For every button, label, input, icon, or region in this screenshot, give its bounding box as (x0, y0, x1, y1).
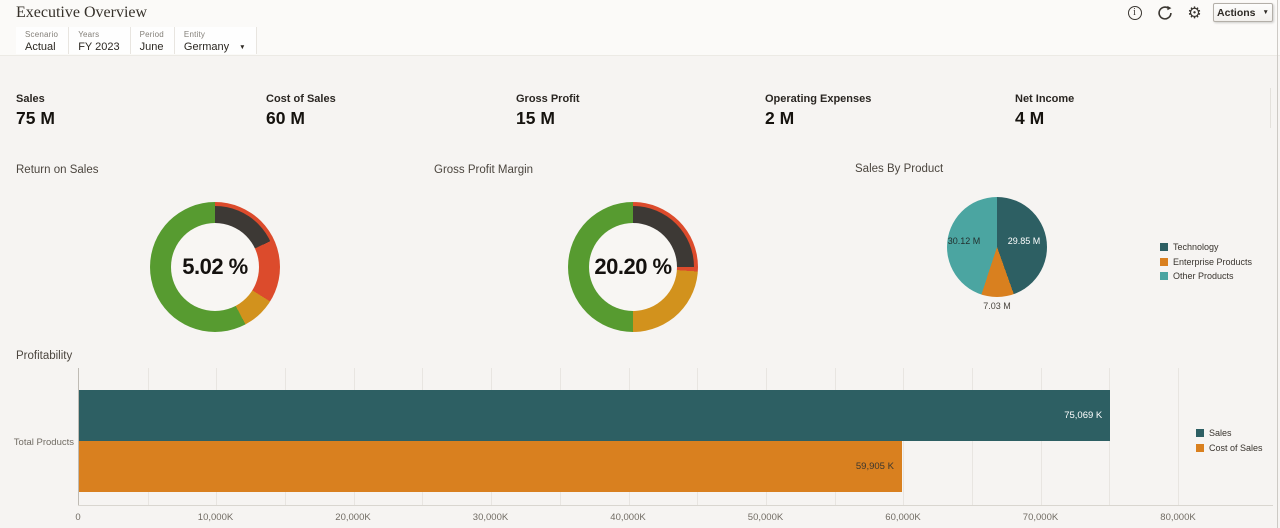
pie-chart[interactable] (947, 197, 1047, 297)
refresh-icon[interactable] (1156, 4, 1173, 21)
pie-label-technology: 29.85 M (1007, 236, 1041, 246)
bar-legend: Sales Cost of Sales (1196, 428, 1263, 457)
kpi-operating-expenses[interactable]: Operating Expenses 2 M (765, 93, 1005, 129)
kpi-net-income[interactable]: Net Income 4 M (1015, 93, 1255, 129)
x-axis-tick-label: 10,000K (197, 512, 234, 523)
header-bar: Executive Overview i ⚙ Actions ▼ Scenari… (0, 0, 1280, 56)
legend-swatch (1160, 272, 1168, 280)
x-axis-tick-label: 80,000K (1160, 512, 1196, 523)
pov-item-entity[interactable]: Entity Germany ▼ (175, 27, 257, 54)
pov-bar: Scenario Actual Years FY 2023 Period Jun… (16, 27, 257, 54)
x-axis-tick-label: 60,000K (885, 512, 921, 523)
pov-item-years[interactable]: Years FY 2023 (69, 27, 131, 54)
kpi-gross-profit[interactable]: Gross Profit 15 M (516, 93, 756, 129)
pov-item-period[interactable]: Period June (131, 27, 175, 54)
legend-item-cost-of-sales[interactable]: Cost of Sales (1196, 443, 1263, 453)
pie-label-other-products: 30.12 M (947, 236, 981, 246)
chevron-down-icon: ▼ (1262, 9, 1269, 16)
gross-profit-margin-title: Gross Profit Margin (434, 164, 534, 176)
legend-item-other-products[interactable]: Other Products (1160, 271, 1252, 281)
profitability-title: Profitability (16, 350, 73, 362)
x-axis-tick-label: 40,000K (610, 512, 646, 523)
bar-value-label: 59,905 K (855, 461, 894, 472)
x-axis-line (78, 505, 1273, 506)
x-axis-tick-label: 70,000K (1022, 512, 1059, 523)
settings-gear-icon[interactable]: ⚙ (1186, 4, 1203, 21)
x-axis-tick-label: 50,000K (747, 512, 784, 523)
return-on-sales-title: Return on Sales (16, 164, 99, 176)
executive-overview-dashboard: Executive Overview i ⚙ Actions ▼ Scenari… (0, 0, 1280, 528)
page-title: Executive Overview (16, 4, 148, 21)
actions-button[interactable]: Actions ▼ (1213, 3, 1273, 22)
legend-swatch (1196, 443, 1204, 452)
legend-item-technology[interactable]: Technology (1160, 242, 1252, 252)
info-icon[interactable]: i (1126, 4, 1143, 21)
x-axis-tick-label: 30,000K (472, 512, 509, 523)
kpi-row: Sales 75 M Cost of Sales 60 M Gross Prof… (16, 93, 1271, 129)
sales-by-product-title: Sales By Product (855, 163, 944, 175)
gauge-value: 5.02 % (182, 254, 248, 279)
pov-item-scenario[interactable]: Scenario Actual (16, 27, 70, 54)
kpi-row-divider (1270, 88, 1271, 128)
kpi-cost-of-sales[interactable]: Cost of Sales 60 M (266, 93, 506, 129)
pie-label-enterprise-products: 7.03 M (983, 301, 1011, 311)
right-edge-divider (1277, 0, 1278, 528)
legend-swatch (1160, 257, 1168, 266)
bar-sales[interactable]: 75,069 K (79, 390, 1111, 441)
gridline (1178, 368, 1179, 505)
sales-by-product-pie: 29.85 M 30.12 M 7.03 M (947, 197, 1047, 311)
chevron-down-icon[interactable]: ▼ (239, 44, 245, 51)
legend-item-enterprise-products[interactable]: Enterprise Products (1160, 257, 1252, 267)
pie-legend: Technology Enterprise Products Other Pro… (1160, 242, 1252, 286)
header-icon-group: i ⚙ (1126, 4, 1203, 21)
gross-profit-margin-gauge[interactable]: 20.20 % (568, 202, 698, 332)
profitability-plot-area: 75,069 K 59,905 K (78, 368, 1179, 505)
gauge-value: 20.20 % (594, 254, 672, 279)
x-axis-tick-label: 0 (75, 512, 81, 523)
bar-cost-of-sales[interactable]: 59,905 K (79, 441, 902, 492)
kpi-sales[interactable]: Sales 75 M (16, 93, 256, 129)
legend-swatch (1160, 243, 1168, 251)
return-on-sales-gauge[interactable]: 5.02 % (150, 202, 280, 332)
legend-item-sales[interactable]: Sales (1196, 428, 1263, 438)
bar-value-label: 75,069 K (1064, 410, 1103, 421)
legend-swatch (1196, 429, 1204, 437)
category-label-total-products: Total Products (13, 437, 74, 448)
x-axis-tick-label: 20,000K (335, 512, 371, 523)
